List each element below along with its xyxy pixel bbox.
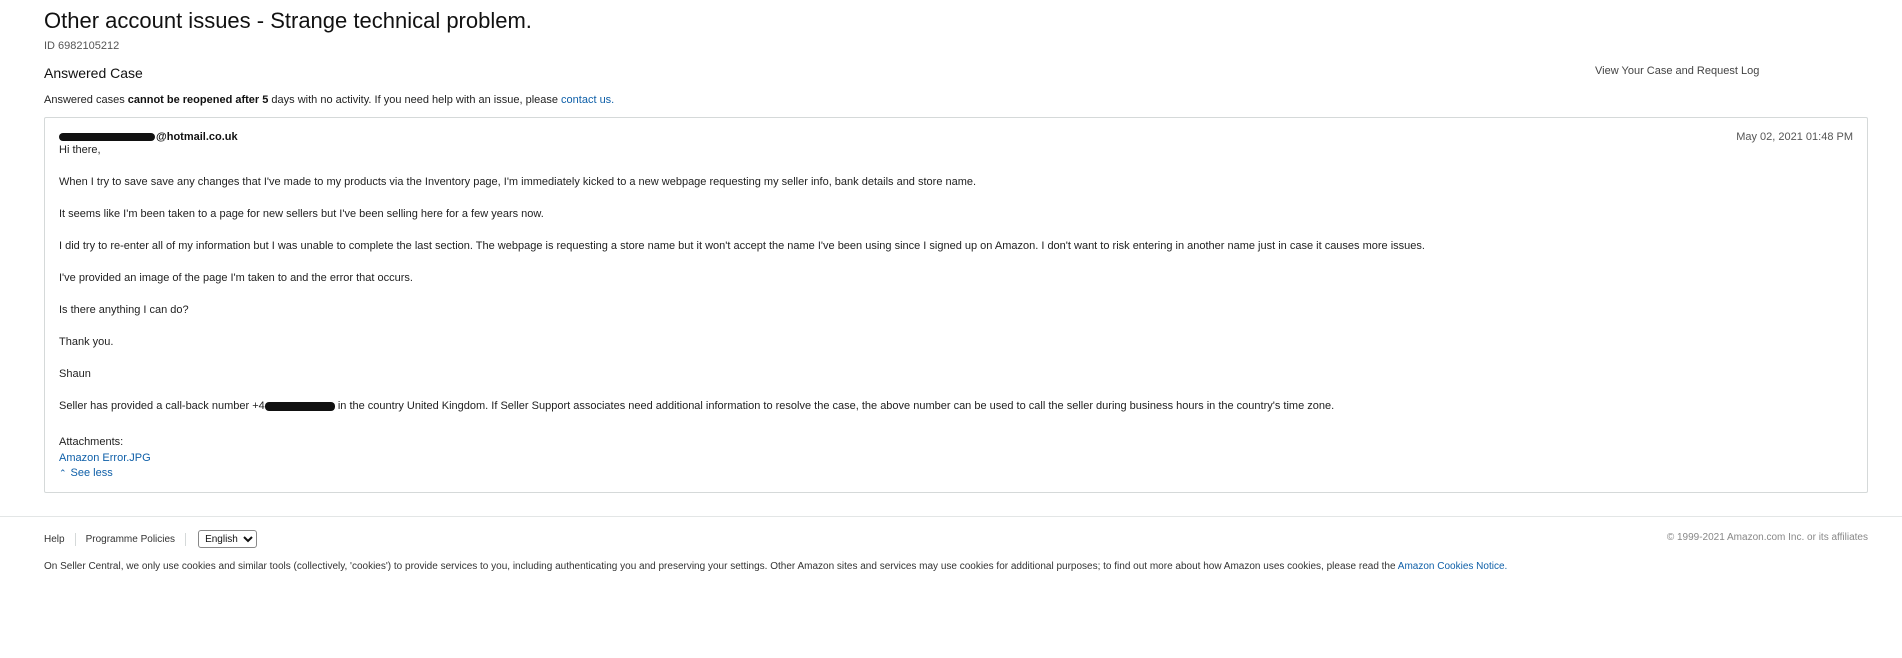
case-status: Answered Case — [44, 65, 143, 81]
message-paragraph: I did try to re-enter all of my informat… — [59, 240, 1425, 252]
message-greeting: Hi there, — [59, 144, 101, 156]
sender-email: @hotmail.co.uk — [59, 131, 238, 143]
message-paragraph: When I try to save save any changes that… — [59, 176, 977, 188]
see-less-button[interactable]: ⌃ See less — [59, 467, 113, 479]
cookie-text: On Seller Central, we only use cookies a… — [44, 561, 1398, 572]
callback-prefix: Seller has provided a call-back number +… — [59, 400, 265, 412]
attachment-link[interactable]: Amazon Error.JPG — [59, 452, 151, 464]
callback-suffix: in the country United Kingdom. If Seller… — [334, 400, 1335, 412]
footer-links: Help Programme Policies English — [44, 530, 258, 548]
cookies-notice-link[interactable]: Amazon Cookies Notice. — [1398, 561, 1508, 572]
case-id: ID 6982105212 — [44, 40, 120, 52]
language-select[interactable]: English — [198, 530, 258, 548]
attachments-label: Attachments: — [59, 436, 124, 448]
help-link[interactable]: Help — [44, 534, 65, 545]
see-less-label: See less — [70, 467, 113, 479]
redacted-email-block — [59, 133, 155, 142]
programme-policies-link[interactable]: Programme Policies — [86, 534, 175, 545]
footer-separator — [185, 532, 187, 546]
copyright: © 1999-2021 Amazon.com Inc. or its affil… — [1666, 532, 1868, 543]
footer-divider — [0, 516, 1902, 517]
page-title: Other account issues - Strange technical… — [44, 8, 532, 33]
reopen-notice: Answered cases cannot be reopened after … — [44, 94, 614, 106]
message-date: May 02, 2021 01:48 PM — [1736, 131, 1853, 143]
redacted-phone-block — [264, 401, 335, 411]
message-paragraph: I've provided an image of the page I'm t… — [59, 272, 413, 284]
sender-domain: @hotmail.co.uk — [156, 131, 238, 143]
notice-bold: cannot be reopened after 5 — [127, 94, 269, 106]
message-signoff: Thank you. — [59, 336, 114, 348]
footer-separator — [74, 532, 76, 546]
view-case-log-link[interactable]: View Your Case and Request Log — [1595, 65, 1759, 77]
cookie-notice: On Seller Central, we only use cookies a… — [44, 561, 1507, 572]
callback-notice: Seller has provided a call-back number +… — [59, 400, 1334, 412]
message-paragraph: It seems like I'm been taken to a page f… — [59, 208, 544, 220]
message-card: @hotmail.co.uk May 02, 2021 01:48 PM Hi … — [44, 117, 1868, 493]
chevron-up-icon: ⌃ — [59, 468, 67, 478]
message-paragraph: Is there anything I can do? — [59, 304, 189, 316]
contact-us-link[interactable]: contact us. — [561, 94, 614, 106]
notice-middle: days with no activity. If you need help … — [268, 94, 562, 106]
notice-prefix: Answered cases — [44, 94, 128, 106]
message-signature: Shaun — [59, 368, 91, 380]
